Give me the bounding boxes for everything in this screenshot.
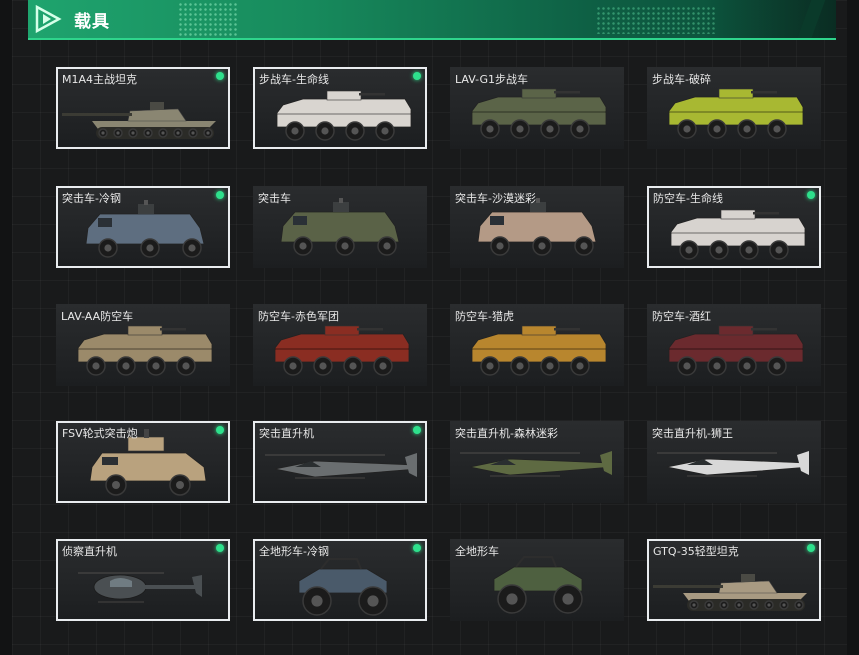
vehicle-card[interactable]: 全地形车 <box>450 539 624 621</box>
vehicle-card[interactable]: 突击车-沙漠迷彩 <box>450 186 624 268</box>
owned-indicator-icon <box>216 544 224 552</box>
vehicle-name: 突击直升机 <box>259 427 314 440</box>
vehicle-name: 突击车 <box>258 192 291 205</box>
section-title: 载具 <box>74 12 110 32</box>
vehicle-card[interactable]: 防空车-赤色军团 <box>253 304 427 386</box>
owned-indicator-icon <box>413 72 421 80</box>
vehicle-name: 步战车-生命线 <box>259 73 329 86</box>
vehicle-name: 侦察直升机 <box>62 545 117 558</box>
vehicle-name: 全地形车-冷钢 <box>259 545 329 558</box>
vehicle-name: 突击直升机-狮王 <box>652 427 733 440</box>
owned-indicator-icon <box>216 191 224 199</box>
owned-indicator-icon <box>807 191 815 199</box>
vehicle-name: LAV-AA防空车 <box>61 310 134 323</box>
header-dot-pattern-right <box>596 6 716 34</box>
vehicle-name: 防空车-猎虎 <box>455 310 514 323</box>
vehicle-name: 步战车-破碎 <box>652 73 711 86</box>
vehicle-card[interactable]: 侦察直升机 <box>56 539 230 621</box>
vehicle-card[interactable]: FSV轮式突击炮 <box>56 421 230 503</box>
vehicle-card[interactable]: 突击直升机 <box>253 421 427 503</box>
vehicle-name: 防空车-赤色军团 <box>258 310 339 323</box>
vehicle-card[interactable]: 步战车-生命线 <box>253 67 427 149</box>
vehicle-name: 突击车-沙漠迷彩 <box>455 192 536 205</box>
vehicle-card[interactable]: 突击车-冷钢 <box>56 186 230 268</box>
owned-indicator-icon <box>413 426 421 434</box>
header-dot-pattern <box>178 2 238 36</box>
vehicle-card[interactable]: 突击直升机-森林迷彩 <box>450 421 624 503</box>
vehicle-card[interactable]: 防空车-生命线 <box>647 186 821 268</box>
vehicle-card[interactable]: M1A4主战坦克 <box>56 67 230 149</box>
vehicle-name: FSV轮式突击炮 <box>62 427 138 440</box>
vehicle-name: 防空车-生命线 <box>653 192 723 205</box>
owned-indicator-icon <box>413 544 421 552</box>
vehicle-card[interactable]: 防空车-酒红 <box>647 304 821 386</box>
vehicle-card[interactable]: 步战车-破碎 <box>647 67 821 149</box>
vehicle-card[interactable]: 全地形车-冷钢 <box>253 539 427 621</box>
vehicle-card[interactable]: GTQ-35轻型坦克 <box>647 539 821 621</box>
vehicle-card[interactable]: 突击直升机-狮王 <box>647 421 821 503</box>
vehicle-name: GTQ-35轻型坦克 <box>653 545 739 558</box>
vehicle-name: 突击直升机-森林迷彩 <box>455 427 558 440</box>
vehicle-card[interactable]: LAV-G1步战车 <box>450 67 624 149</box>
section-header: 载具 <box>28 0 836 40</box>
vehicle-card[interactable]: LAV-AA防空车 <box>56 304 230 386</box>
vehicle-name: M1A4主战坦克 <box>62 73 138 86</box>
owned-indicator-icon <box>807 544 815 552</box>
vehicle-name: LAV-G1步战车 <box>455 73 528 86</box>
play-arrow-icon <box>35 5 62 33</box>
vehicle-card[interactable]: 突击车 <box>253 186 427 268</box>
vehicle-card[interactable]: 防空车-猎虎 <box>450 304 624 386</box>
vehicle-name: 全地形车 <box>455 545 499 558</box>
vehicle-name: 防空车-酒红 <box>652 310 711 323</box>
vehicle-name: 突击车-冷钢 <box>62 192 121 205</box>
owned-indicator-icon <box>216 72 224 80</box>
owned-indicator-icon <box>216 426 224 434</box>
